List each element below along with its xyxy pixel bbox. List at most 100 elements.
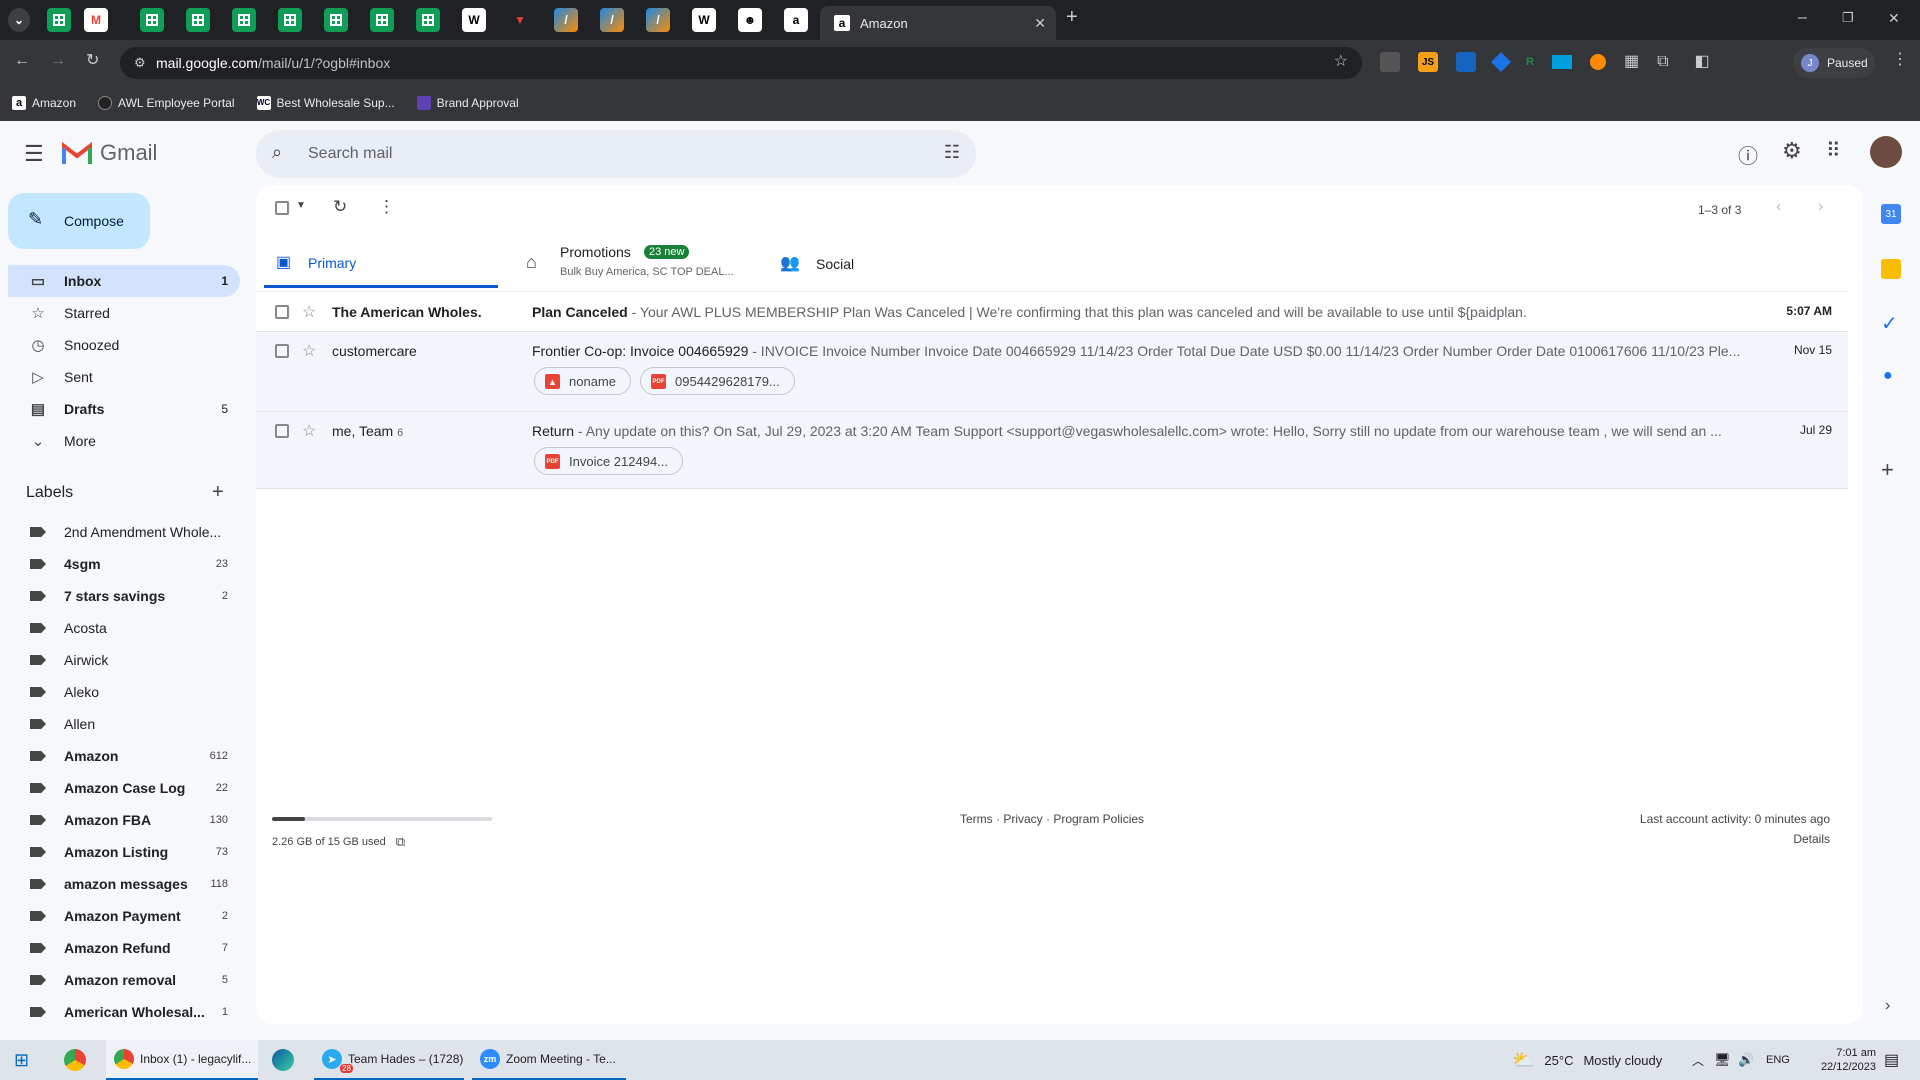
close-window-icon[interactable]: ✕ <box>1888 10 1900 26</box>
nav-drafts[interactable]: ▤ Drafts 5 <box>8 393 240 425</box>
attachment-chip[interactable]: ▲ noname <box>534 367 631 395</box>
nav-sent[interactable]: ▷ Sent <box>8 361 240 393</box>
tab-search-icon[interactable]: ⌄ <box>8 8 30 32</box>
label-item[interactable]: American Wholesal... 1 <box>8 996 240 1028</box>
minimize-icon[interactable]: – <box>1798 10 1807 26</box>
nav-snoozed[interactable]: ◷ Snoozed <box>8 329 240 361</box>
restore-icon[interactable]: ❐ <box>1842 10 1854 26</box>
windows-start-icon[interactable]: ⊞ <box>14 1040 29 1080</box>
forward-icon[interactable]: → <box>50 53 66 69</box>
side-panel-icon[interactable]: ◧ <box>1695 54 1710 70</box>
label-item[interactable]: Allen <box>8 708 240 740</box>
tab-site-icon[interactable]: ☻ <box>738 8 762 32</box>
reload-icon[interactable]: ↻ <box>86 53 99 69</box>
amazon-tab-icon[interactable]: a <box>784 8 808 32</box>
label-item[interactable]: 4sgm 23 <box>8 548 240 580</box>
details-link[interactable]: Details <box>1780 832 1830 846</box>
bookmark-item[interactable]: a Amazon <box>12 96 76 110</box>
edge-taskbar-icon[interactable] <box>272 1040 294 1080</box>
label-item[interactable]: Amazon Listing 73 <box>8 836 240 868</box>
taskbar-item[interactable]: zm Zoom Meeting - Te... <box>472 1040 626 1080</box>
tab-site-icon[interactable]: / <box>554 8 578 32</box>
extension-icon[interactable]: R <box>1526 56 1534 68</box>
star-icon[interactable]: ☆ <box>302 421 316 441</box>
contacts-icon[interactable]: ● <box>1883 367 1893 385</box>
expand-panel-icon[interactable]: › <box>1885 997 1890 1015</box>
settings-gear-icon[interactable]: ⚙ <box>1782 138 1802 164</box>
more-actions-icon[interactable]: ⋮ <box>378 197 395 217</box>
extension-icon[interactable] <box>1551 55 1572 69</box>
nav-starred[interactable]: ☆ Starred <box>8 297 240 329</box>
tab-site-icon[interactable]: ▼ <box>508 8 532 32</box>
select-dropdown-icon[interactable]: ▼ <box>296 200 306 211</box>
refresh-icon[interactable]: ↻ <box>333 197 347 217</box>
volume-icon[interactable]: 🔊 <box>1738 1040 1754 1080</box>
clock[interactable]: 7:01 am 22/12/2023 <box>1808 1040 1876 1080</box>
row-checkbox[interactable] <box>275 305 289 319</box>
add-addon-icon[interactable]: + <box>1881 457 1894 483</box>
tab-sheets-icon[interactable] <box>278 8 302 32</box>
taskbar-item[interactable]: Inbox (1) - legacylif... <box>106 1040 258 1080</box>
puzzle-icon[interactable]: ⧉ <box>1657 54 1668 70</box>
extension-js-icon[interactable]: JS <box>1418 52 1438 72</box>
tab-site-icon[interactable]: / <box>600 8 624 32</box>
tab-sheets-icon[interactable] <box>416 8 440 32</box>
tab-promotions[interactable]: ⌂ Promotions 23 new Bulk Buy America, SC… <box>520 240 760 288</box>
footer-links[interactable]: Terms · Privacy · Program Policies <box>960 812 1144 826</box>
extension-icon[interactable] <box>1491 52 1511 72</box>
label-item[interactable]: 7 stars savings 2 <box>8 580 240 612</box>
close-tab-icon[interactable]: ✕ <box>1034 15 1046 31</box>
keep-icon[interactable] <box>1881 259 1901 279</box>
star-icon[interactable]: ☆ <box>302 302 316 322</box>
add-label-icon[interactable]: + <box>212 481 224 504</box>
notifications-icon[interactable]: ▤ <box>1884 1040 1899 1080</box>
bookmark-item[interactable]: AWL Employee Portal <box>98 96 235 110</box>
tab-gmail-icon[interactable]: M <box>84 8 108 32</box>
apps-grid-icon[interactable]: ⠿ <box>1826 138 1841 163</box>
qr-icon[interactable]: ▦ <box>1624 54 1639 70</box>
email-row[interactable]: ☆ customercare Frontier Co-op: Invoice 0… <box>256 331 1848 411</box>
tab-site-icon[interactable]: / <box>646 8 670 32</box>
main-menu-icon[interactable]: ☰ <box>24 141 44 167</box>
tasks-icon[interactable]: ✓ <box>1881 311 1898 336</box>
tab-sheets-icon[interactable] <box>324 8 348 32</box>
address-bar[interactable]: ⚙ mail.google.com/mail/u/1/?ogbl#inbox ☆ <box>120 47 1362 79</box>
tab-sheets-icon[interactable] <box>186 8 210 32</box>
label-item[interactable]: amazon messages 118 <box>8 868 240 900</box>
row-checkbox[interactable] <box>275 344 289 358</box>
profile-button[interactable]: J Paused <box>1793 48 1875 78</box>
compose-button[interactable]: ✎ Compose <box>8 193 150 249</box>
prev-page-icon[interactable]: ‹ <box>1776 198 1781 216</box>
open-external-icon[interactable]: ⧉ <box>396 834 405 850</box>
new-tab-icon[interactable]: + <box>1066 7 1078 27</box>
chrome-menu-icon[interactable]: ⋮ <box>1892 52 1908 68</box>
tab-sheets-icon[interactable] <box>140 8 164 32</box>
language-indicator[interactable]: ENG <box>1766 1040 1790 1080</box>
email-row[interactable]: ☆ me, Team 6 Return - Any update on this… <box>256 411 1848 489</box>
calendar-icon[interactable]: 31 <box>1881 204 1901 224</box>
taskbar-item[interactable]: ➤ 28 Team Hades – (1728) <box>314 1040 464 1080</box>
label-item[interactable]: Amazon Case Log 22 <box>8 772 240 804</box>
site-info-icon[interactable]: ⚙ <box>134 55 146 71</box>
label-item[interactable]: Airwick <box>8 644 240 676</box>
tab-social[interactable]: 👥 Social <box>776 240 936 288</box>
tab-primary[interactable]: ▣ Primary <box>264 240 498 288</box>
tab-site-icon[interactable]: W <box>692 8 716 32</box>
bookmark-star-icon[interactable]: ☆ <box>1334 54 1348 70</box>
extension-icon[interactable] <box>1380 52 1400 72</box>
search-input[interactable]: ⌕ Search mail ☷ <box>256 130 976 178</box>
select-all-checkbox[interactable] <box>275 201 289 215</box>
email-row[interactable]: ☆ The American Wholes. Plan Canceled - Y… <box>256 291 1848 331</box>
gmail-logo[interactable]: Gmail <box>62 140 157 166</box>
chrome-taskbar-icon[interactable] <box>64 1040 86 1080</box>
attachment-chip[interactable]: PDF Invoice 212494... <box>534 447 684 475</box>
label-item[interactable]: Aleko <box>8 676 240 708</box>
label-item[interactable]: Acosta <box>8 612 240 644</box>
nav-inbox[interactable]: ▭ Inbox 1 <box>8 265 240 297</box>
row-checkbox[interactable] <box>275 424 289 438</box>
help-icon[interactable]: ⓘ <box>1738 140 1758 169</box>
star-icon[interactable]: ☆ <box>302 341 316 361</box>
show-hidden-icons-icon[interactable]: ︿ <box>1692 1040 1704 1080</box>
label-item[interactable]: Amazon Payment 2 <box>8 900 240 932</box>
bookmark-item[interactable]: WC Best Wholesale Sup... <box>256 96 395 110</box>
